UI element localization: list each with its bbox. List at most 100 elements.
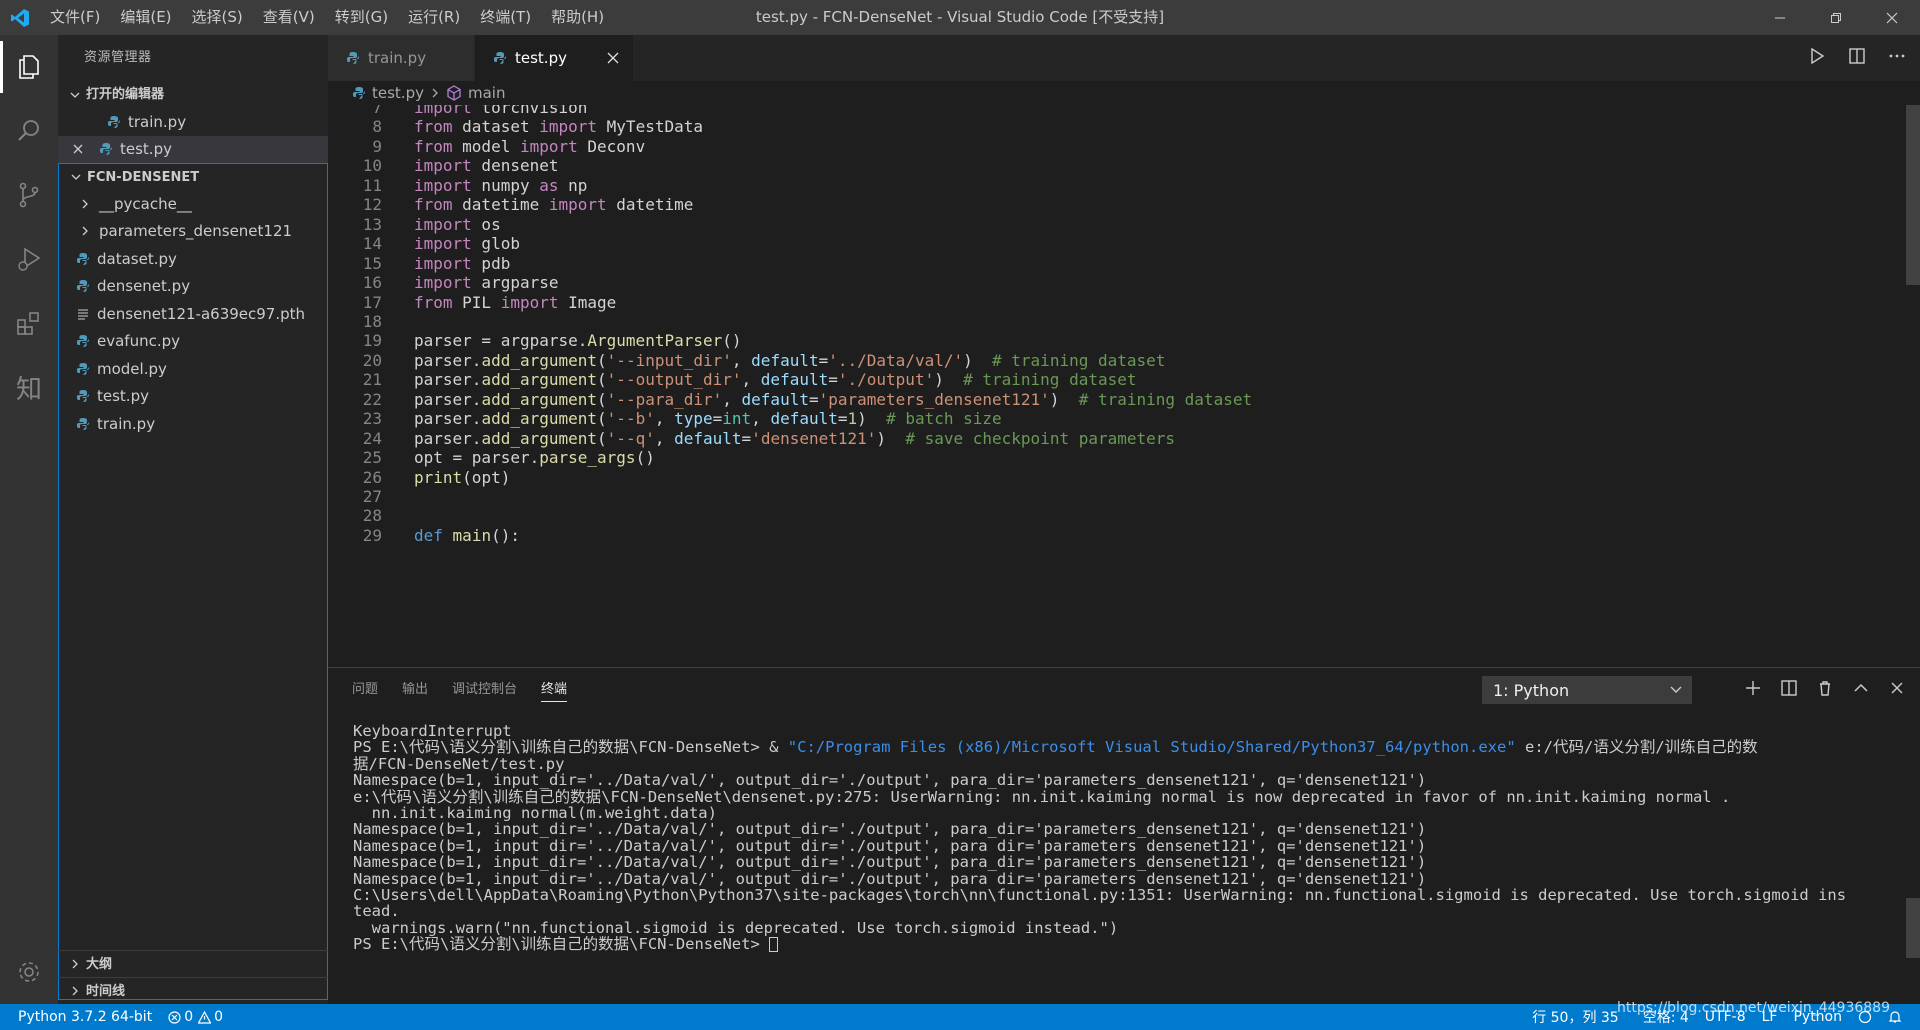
terminal-line: KeyboardInterrupt xyxy=(353,723,512,740)
file-item[interactable]: dataset.py xyxy=(59,245,327,273)
python-file-icon xyxy=(75,278,91,294)
outline-header[interactable]: 大纲 xyxy=(58,950,328,977)
close-icon[interactable] xyxy=(70,144,86,154)
panel-tab[interactable]: 调试控制台 xyxy=(452,668,517,712)
restore-button[interactable] xyxy=(1808,0,1864,35)
terminal-scrollbar[interactable] xyxy=(1906,898,1920,958)
terminal-line: Namespace(b=1, input_dir='../Data/val/',… xyxy=(353,870,1427,887)
file-item[interactable]: model.py xyxy=(59,355,327,383)
breadcrumb-symbol[interactable]: main xyxy=(468,84,505,102)
warning-icon xyxy=(198,1010,212,1024)
minimize-button[interactable] xyxy=(1752,0,1808,35)
close-panel-icon[interactable] xyxy=(1888,679,1906,701)
tree-item-label: dataset.py xyxy=(97,249,177,268)
breadcrumb-file[interactable]: test.py xyxy=(372,84,424,102)
trash-icon[interactable] xyxy=(1816,679,1834,701)
open-editor-train[interactable]: train.py xyxy=(58,108,328,136)
tree-item-label: train.py xyxy=(97,414,156,433)
terminal-line: PS E:\代码\语义分割\训练自己的数据\FCN-DenseNet> & "C… xyxy=(353,739,1758,756)
tree-item-label: parameters_densenet121 xyxy=(99,222,293,241)
python-file-icon xyxy=(98,141,114,157)
tree-item-label: densenet.py xyxy=(97,277,191,296)
folder-item[interactable]: parameters_densenet121 xyxy=(59,218,327,246)
tab-test-py[interactable]: test.py xyxy=(475,35,634,81)
open-editors-header[interactable]: 打开的编辑器 xyxy=(58,81,328,108)
run-debug-icon[interactable] xyxy=(0,227,58,291)
tab-train-py[interactable]: train.py xyxy=(328,35,475,81)
chevron-down-icon xyxy=(1669,682,1683,696)
maximize-panel-icon[interactable] xyxy=(1852,679,1870,701)
line-number: 29 xyxy=(362,525,382,545)
close-window-button[interactable] xyxy=(1864,0,1920,35)
error-icon xyxy=(168,1010,181,1024)
file-item[interactable]: train.py xyxy=(59,410,327,438)
search-icon[interactable] xyxy=(0,99,58,163)
python-file-icon xyxy=(75,251,91,267)
terminal-line: Namespace(b=1, input_dir='../Data/val/',… xyxy=(353,854,1427,871)
activity-bottom xyxy=(0,940,58,1004)
split-editor-icon[interactable] xyxy=(1848,47,1866,69)
terminal-line: nn.init.kaiming_normal(m.weight.data) xyxy=(353,804,717,822)
menu-item[interactable]: 帮助(H) xyxy=(541,0,614,35)
python-interpreter[interactable]: Python 3.7.2 64-bit xyxy=(10,1009,160,1025)
new-terminal-icon[interactable] xyxy=(1744,679,1762,701)
code-text: from PIL import Image xyxy=(414,292,617,312)
terminal-select[interactable]: 1: Python xyxy=(1482,676,1692,704)
watermark-text: https://blog.csdn.net/weixin_44936889 xyxy=(1616,1000,1890,1016)
file-tree: __pycache__ parameters_densenet121dataset… xyxy=(58,190,328,1000)
chevron-down-icon xyxy=(64,90,86,100)
panel-tab[interactable]: 输出 xyxy=(402,668,428,712)
menu-item[interactable]: 运行(R) xyxy=(398,0,470,35)
menu-item[interactable]: 转到(G) xyxy=(325,0,398,35)
menu-item[interactable]: 编辑(E) xyxy=(110,0,181,35)
folder-item[interactable]: __pycache__ xyxy=(59,190,327,218)
source-control-icon[interactable] xyxy=(0,163,58,227)
tree-item-label: __pycache__ xyxy=(99,194,192,213)
timeline-header[interactable]: 时间线 xyxy=(58,977,328,1004)
terminal-line: tead. xyxy=(353,903,400,920)
menu-item[interactable]: 终端(T) xyxy=(470,0,541,35)
more-actions-icon[interactable] xyxy=(1888,47,1906,69)
explorer-sidebar: 资源管理器 打开的编辑器 train.py test.py FCN-DENSEN… xyxy=(58,35,328,1004)
menu-item[interactable]: 选择(S) xyxy=(182,0,253,35)
python-file-icon xyxy=(75,416,91,432)
folder-header[interactable]: FCN-DENSENET xyxy=(58,163,328,190)
sidebar-title: 资源管理器 xyxy=(84,50,152,65)
file-item[interactable]: densenet.py xyxy=(59,273,327,301)
file-item[interactable]: evafunc.py xyxy=(59,328,327,356)
terminal-line: Namespace(b=1, input_dir='../Data/val/',… xyxy=(353,772,1427,789)
terminal-output[interactable]: KeyboardInterrupt PS E:\代码\语义分割\训练自己的数据\F… xyxy=(353,723,1893,952)
error-count: 0 xyxy=(184,1009,194,1025)
chevron-right-icon xyxy=(77,196,93,212)
python-file-icon xyxy=(106,114,122,130)
python-file-icon xyxy=(75,388,91,404)
zhihu-label: 知 xyxy=(15,374,42,405)
tree-item-label: evafunc.py xyxy=(97,332,181,351)
explorer-files-icon[interactable] xyxy=(0,35,58,99)
panel-tab[interactable]: 问题 xyxy=(352,668,378,712)
zhihu-icon[interactable]: 知 xyxy=(0,355,58,419)
file-item[interactable]: test.py xyxy=(59,383,327,411)
menu-item[interactable]: 文件(F) xyxy=(40,0,110,35)
terminal-line: Namespace(b=1, input_dir='../Data/val/',… xyxy=(353,821,1427,838)
cursor-position[interactable]: 行 50，列 35 xyxy=(1524,1007,1627,1027)
python-file-icon xyxy=(493,51,507,65)
chevron-right-icon xyxy=(64,986,86,996)
editor-scrollbar-thumb[interactable] xyxy=(1906,105,1920,285)
open-editor-test[interactable]: test.py xyxy=(58,135,328,163)
menu-item[interactable]: 查看(V) xyxy=(253,0,325,35)
breadcrumb: test.py main xyxy=(328,81,1920,105)
warning-count: 0 xyxy=(214,1009,224,1025)
terminal-line: Namespace(b=1, input_dir='../Data/val/',… xyxy=(353,837,1427,855)
settings-gear-icon[interactable] xyxy=(0,940,58,1004)
code-editor[interactable]: 7 import torchvision 8 from dataset import … xyxy=(328,105,1920,667)
close-tab-icon[interactable] xyxy=(607,52,619,64)
editor-scrollbar[interactable] xyxy=(1906,105,1920,667)
file-item[interactable]: densenet121-a639ec97.pth xyxy=(59,300,327,328)
run-python-file-icon[interactable] xyxy=(1808,47,1826,69)
terminal-line: PS E:\代码\语义分割\训练自己的数据\FCN-DenseNet> xyxy=(353,936,1893,952)
extensions-icon[interactable] xyxy=(0,291,58,355)
split-terminal-icon[interactable] xyxy=(1780,679,1798,701)
panel-tab[interactable]: 终端 xyxy=(541,668,568,712)
problems-status[interactable]: 0 0 xyxy=(160,1009,231,1025)
